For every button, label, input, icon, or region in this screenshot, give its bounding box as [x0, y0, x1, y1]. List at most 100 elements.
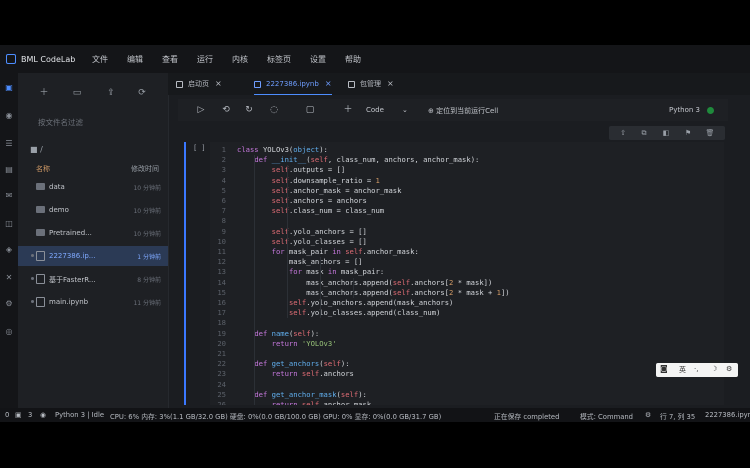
ime-language[interactable]: 英 [679, 365, 686, 375]
close-box-icon[interactable]: ✕ [4, 273, 14, 283]
file-item[interactable]: 2227386.ip... 1 分钟前 [18, 246, 168, 266]
notebook-icon [36, 251, 45, 261]
column-name[interactable]: 名称 [36, 164, 50, 174]
file-name: 2227386.ipyn [705, 411, 750, 419]
code-text: return 'YOLOv3' [271, 338, 337, 348]
close-icon[interactable]: × [325, 79, 332, 88]
refresh-icon[interactable]: ⟳ [136, 87, 148, 99]
tab-package-manager[interactable]: 包管理 × [348, 73, 394, 95]
indent-guide [353, 277, 354, 298]
mode-indicator[interactable]: 模式: Command [580, 411, 633, 421]
line-number: 26 [217, 400, 226, 405]
gear-icon[interactable]: ⚙ [726, 365, 732, 373]
code-line[interactable]: 24 [210, 380, 724, 390]
code-line[interactable]: 21 [210, 349, 724, 359]
ime-punctuation[interactable]: ·, [694, 365, 698, 373]
menu-run[interactable]: 运行 [197, 54, 213, 65]
app-logo: BML CodeLab [6, 54, 92, 64]
settings-gear-icon[interactable]: ⚙ [645, 411, 651, 419]
running-icon[interactable]: ◉ [4, 111, 14, 121]
cell-toolbar: ⇧ ⧉ ◧ ⚑ 🗑 [609, 126, 725, 140]
restart-run-icon[interactable]: ⟲ [220, 104, 232, 116]
kernel-name[interactable]: Python 3 [669, 106, 700, 114]
file-list-header: 名称 修改时间 [18, 161, 168, 175]
commands-icon[interactable]: ☰ [4, 139, 14, 149]
upload-icon[interactable]: ⇪ [105, 87, 117, 99]
close-icon[interactable]: × [387, 79, 394, 88]
menu-edit[interactable]: 编辑 [127, 54, 143, 65]
code-line[interactable]: 19 def name(self): [210, 329, 724, 339]
copy-icon[interactable]: ⧉ [639, 128, 649, 138]
run-icon[interactable]: ▷ [195, 104, 207, 116]
tabs-icon[interactable]: ▤ [4, 165, 14, 175]
kernel-status[interactable]: Python 3 | Idle [55, 411, 104, 419]
line-number: 19 [217, 328, 226, 338]
file-item[interactable]: 基于FasterR... 8 分钟前 [18, 269, 168, 289]
files-icon[interactable]: ▣ [4, 83, 14, 93]
split-icon[interactable]: ◧ [661, 128, 671, 138]
new-launcher-icon[interactable]: ＋ [38, 87, 50, 99]
save-icon[interactable]: ▢ [304, 104, 316, 116]
code-editor[interactable]: 1 class YOLOv3(object): 2 def __init__(sel… [210, 142, 724, 405]
file-modified: 10 分钟前 [133, 208, 161, 215]
cursor-position[interactable]: 行 7, 列 35 [660, 411, 695, 421]
column-modified[interactable]: 修改时间 [131, 164, 159, 174]
extension-icon[interactable]: ◎ [4, 327, 14, 337]
menu-file[interactable]: 文件 [92, 54, 108, 65]
file-item[interactable]: demo 10 分钟前 [18, 200, 168, 220]
launcher-tab-icon [176, 80, 183, 88]
code-line[interactable]: 2 def __init__(self, class_num, anchors,… [210, 155, 724, 165]
restart-icon[interactable]: ↻ [243, 104, 255, 116]
code-line[interactable]: 20 return 'YOLOv3' [210, 339, 724, 349]
file-item[interactable]: Pretrained... 10 分钟前 [18, 223, 168, 243]
line-number: 12 [217, 257, 226, 267]
indent-guide [320, 257, 321, 319]
package-tab-icon [348, 80, 355, 88]
code-text: def name(self): [254, 328, 320, 338]
inbox-icon[interactable]: ✉ [4, 191, 14, 201]
menu-tabs[interactable]: 标签页 [267, 54, 291, 65]
bookmark-icon[interactable]: ⚑ [683, 128, 693, 138]
delete-icon[interactable]: 🗑 [705, 128, 715, 138]
breadcrumb[interactable]: ■ / [30, 145, 43, 154]
layers-icon[interactable]: ◈ [4, 245, 14, 255]
plugin-icon[interactable]: ⚙ [4, 299, 14, 309]
menu-settings[interactable]: 设置 [310, 54, 326, 65]
move-up-icon[interactable]: ⇧ [618, 128, 628, 138]
logo-icon [6, 54, 16, 64]
line-number: 4 [221, 175, 226, 185]
tab-bar: 启动页 × 2227386.ipynb × 包管理 × [168, 73, 750, 95]
code-line[interactable]: 1 class YOLOv3(object): [210, 145, 724, 155]
cell-type-select[interactable]: Code [366, 106, 384, 114]
ime-logo-icon[interactable]: ◙ [660, 364, 668, 373]
code-text: mask_anchors.append(self.anchors[2 * mas… [237, 277, 493, 287]
code-line[interactable]: 23 return self.anchors [210, 369, 724, 379]
notebook-toolbar: ▷ ⟲ ↻ ◌ ▢ ＋ Code ⌄ ⊕ 定位到当前运行Cell Python … [178, 99, 728, 121]
add-cell-icon[interactable]: ＋ [342, 104, 354, 116]
menu-view[interactable]: 查看 [162, 54, 178, 65]
filter-input[interactable]: 按文件名过滤 [30, 115, 168, 131]
code-line[interactable]: 22 def get_anchors(self): [210, 359, 724, 369]
locate-label: 定位到当前运行Cell [436, 107, 499, 115]
close-icon[interactable]: × [215, 79, 222, 88]
locate-cell-button[interactable]: ⊕ 定位到当前运行Cell [428, 106, 498, 116]
notebook-icon [36, 297, 45, 307]
dataset-icon[interactable]: ◫ [4, 219, 14, 229]
code-cell[interactable]: [ ] 1 class YOLOv3(object): 2 def __init__… [184, 142, 724, 405]
line-number: 20 [217, 338, 226, 348]
menu-kernel[interactable]: 内核 [232, 54, 248, 65]
code-line[interactable]: 25 def get_anchor_mask(self): [210, 390, 724, 400]
moon-icon[interactable]: ☽ [711, 365, 717, 373]
code-line[interactable]: 26 return self.anchor_mask [210, 400, 724, 405]
file-item[interactable]: data 10 分钟前 [18, 177, 168, 197]
interrupt-icon[interactable]: ◌ [268, 104, 280, 116]
code-line[interactable]: 18 [210, 318, 724, 328]
chevron-down-icon[interactable]: ⌄ [402, 106, 408, 114]
file-item[interactable]: main.ipynb 11 分钟前 [18, 292, 168, 312]
menu-help[interactable]: 帮助 [345, 54, 361, 65]
activity-bar: ▣ ◉ ☰ ▤ ✉ ◫ ◈ ✕ ⚙ ◎ [0, 73, 18, 408]
new-folder-icon[interactable]: ▭ [71, 87, 83, 99]
tab-notebook[interactable]: 2227386.ipynb × [254, 73, 332, 95]
tab-launcher[interactable]: 启动页 × [176, 73, 222, 95]
line-number: 10 [217, 236, 226, 246]
